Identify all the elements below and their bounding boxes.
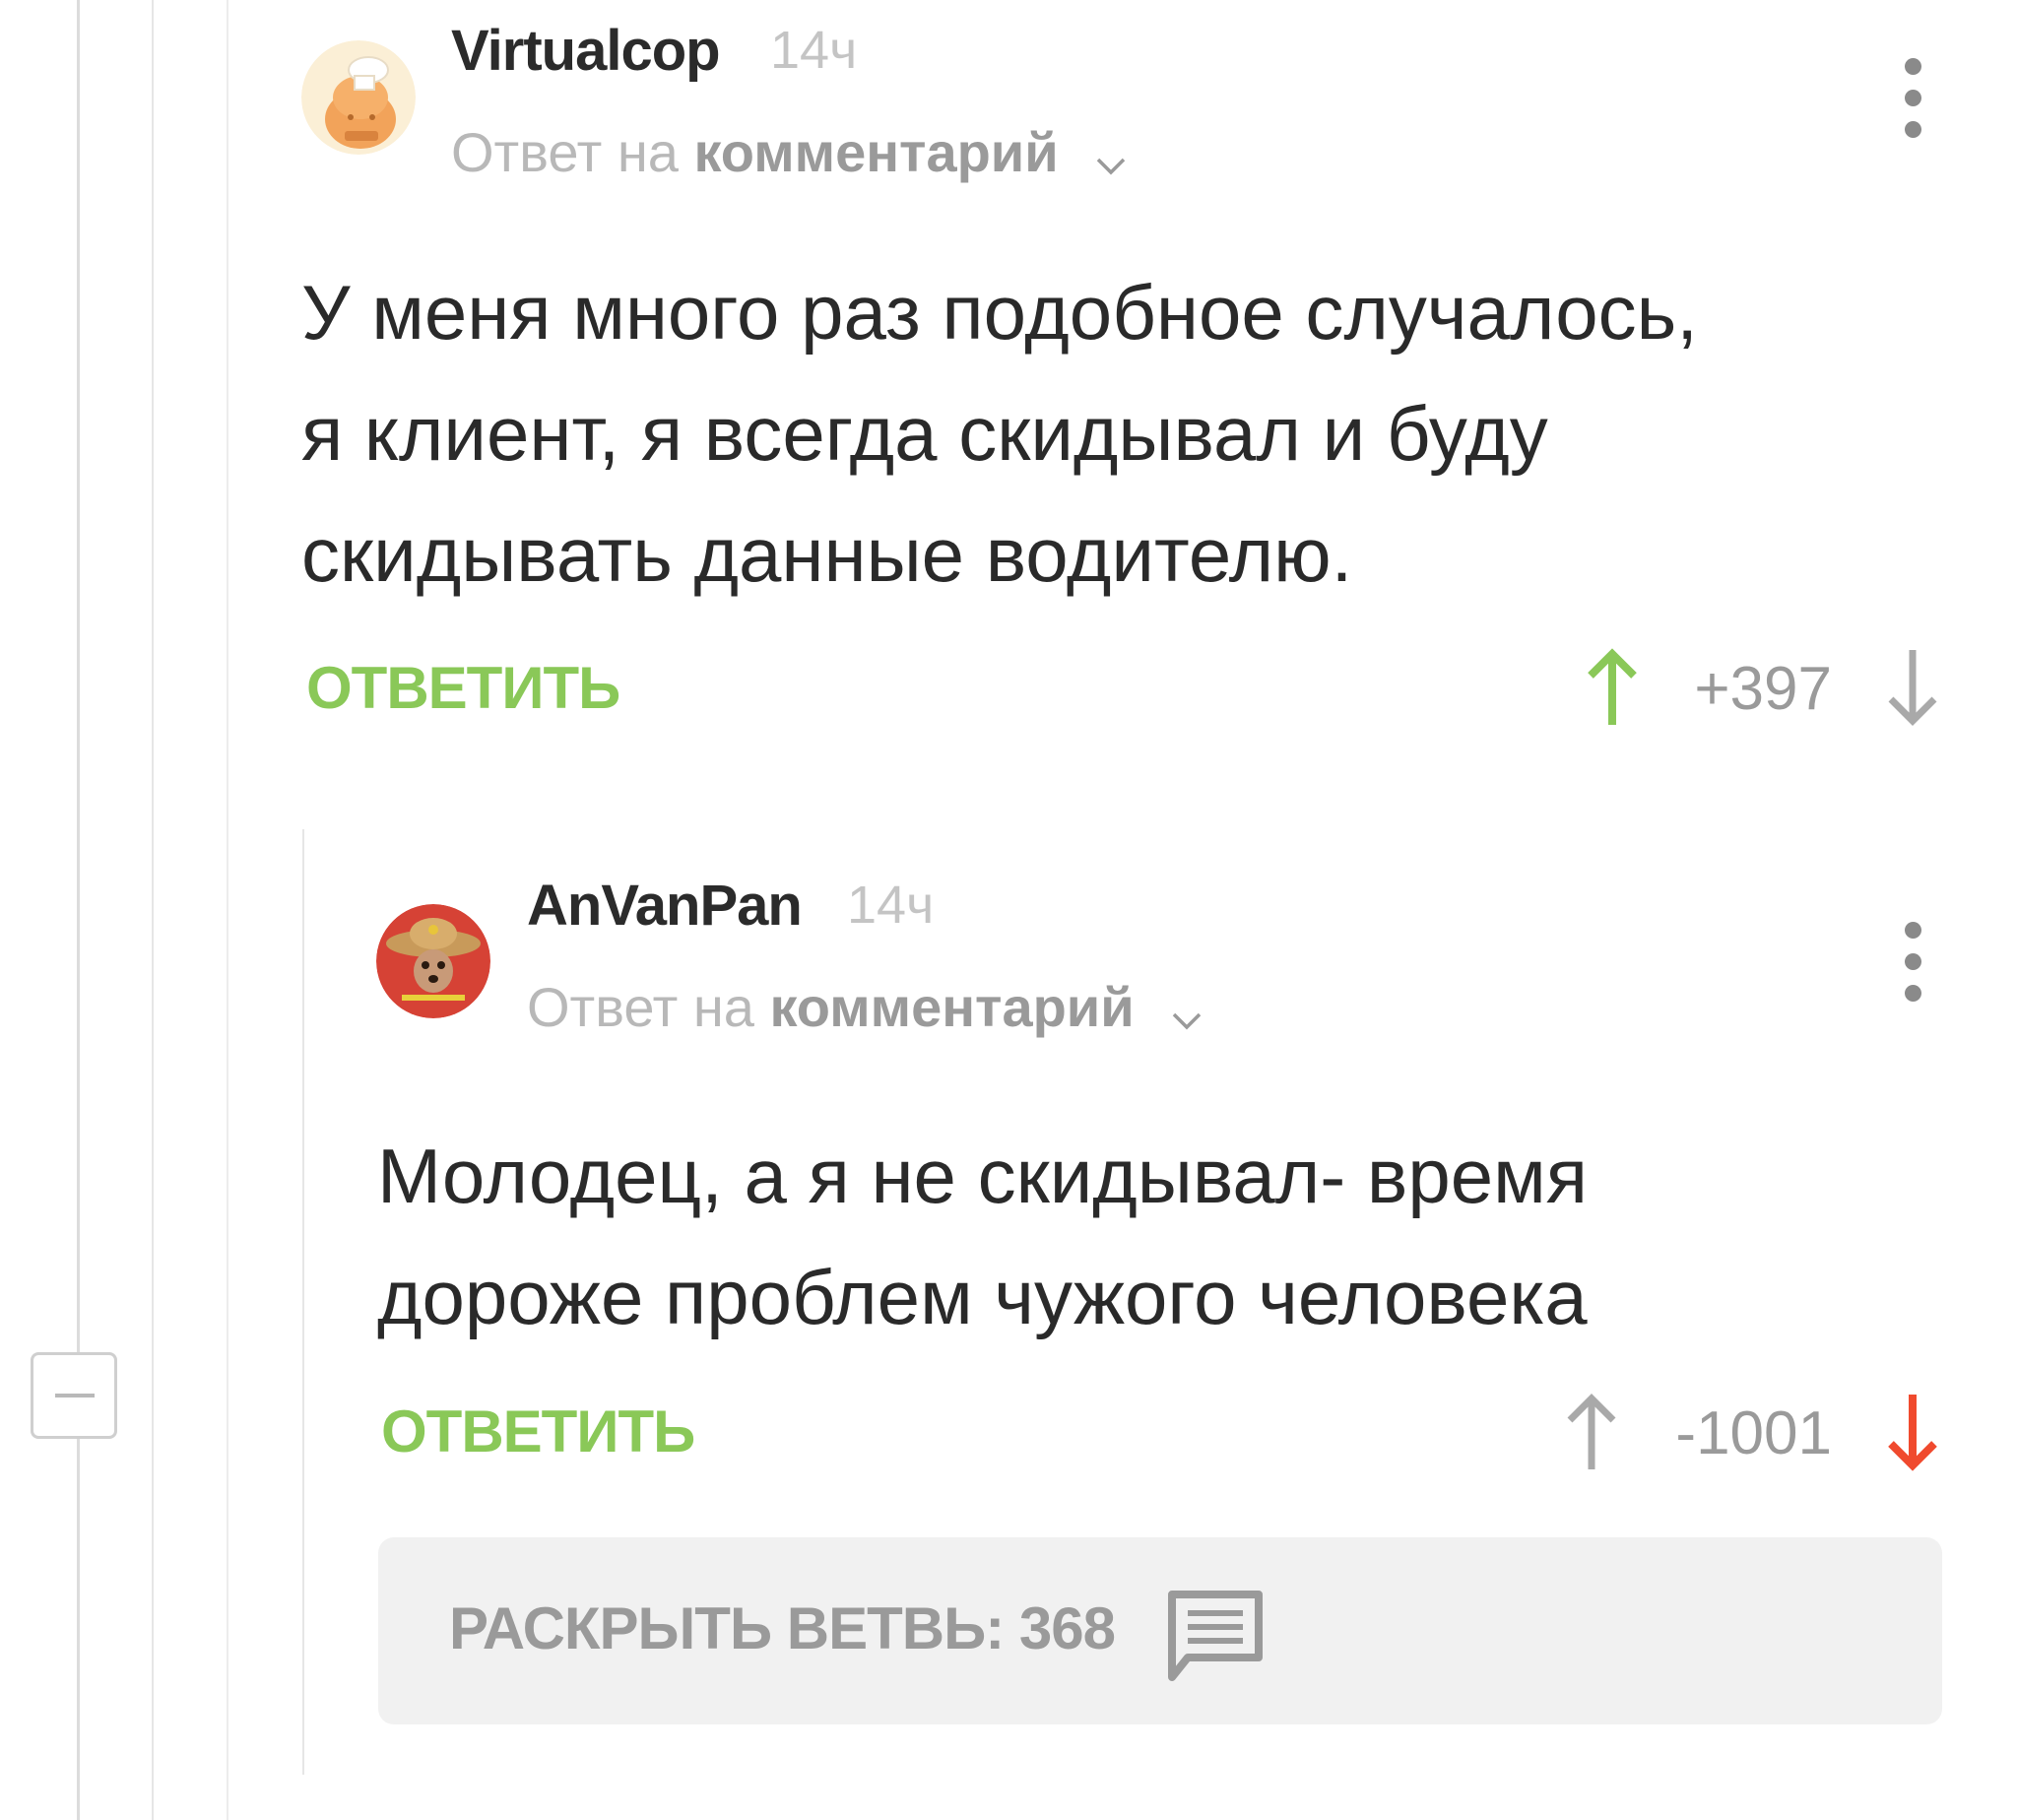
reply-button[interactable]: ОТВЕТИТЬ [306,654,620,722]
more-options-button[interactable] [1894,918,1933,1007]
reply-button[interactable]: ОТВЕТИТЬ [381,1398,695,1465]
comment-body: У меня много раз подобное случалось, я к… [301,252,1698,616]
chevron-down-icon [1095,125,1127,189]
comments-icon [1166,1589,1265,1688]
arrow-down-icon [1888,650,1937,726]
chevron-down-icon [1171,980,1203,1044]
comment-text-line: Молодец, а я не скидывал- время [377,1133,1588,1219]
comment-time: 14ч [847,876,935,935]
comment-text-line: дороже проблем чужого человека [377,1254,1588,1340]
comment-body: Молодец, а я не скидывал- время дороже п… [377,1116,1588,1358]
comment-rating: -1001 [1675,1399,1832,1467]
expand-branch-button[interactable]: РАСКРЫТЬ ВЕТВЬ: 368 [378,1537,1942,1724]
comment-text-line: я клиент, я всегда скидывал и буду [301,390,1548,477]
arrow-up-icon [1588,648,1637,725]
avatar[interactable] [376,904,490,1018]
reply-to-target: комментарий [693,121,1059,183]
avatar[interactable] [301,40,416,155]
comment-author[interactable]: AnVanPan [527,873,803,939]
more-vertical-icon [1905,922,1921,939]
more-vertical-icon-dot [1905,985,1921,1002]
more-vertical-icon [1905,58,1921,75]
more-vertical-icon-dot [1905,90,1921,106]
comment-author[interactable]: Virtualcop [451,18,721,84]
reply-to-link[interactable]: Ответ на комментарий [451,120,1127,189]
reply-to-link[interactable]: Ответ на комментарий [527,975,1203,1044]
more-vertical-icon-dot [1905,121,1921,138]
comment: Virtualcop 14ч Ответ на комментарий У ме… [0,0,2017,788]
arrow-up-icon [1567,1394,1616,1469]
comment-text-line: скидывать данные водителю. [301,511,1353,598]
reply-to-target: комментарий [769,976,1135,1038]
arrow-down-icon [1888,1395,1937,1471]
downvote-button[interactable] [1883,1391,1942,1473]
more-vertical-icon-dot [1905,953,1921,970]
comment-rating: +397 [1694,655,1832,723]
comment-time: 14ч [770,21,858,80]
expand-branch-label: РАСКРЫТЬ ВЕТВЬ: 368 [449,1595,1116,1661]
reply-to-prefix: Ответ на [451,121,679,183]
comment-text-line: У меня много раз подобное случалось, [301,269,1698,356]
upvote-button[interactable] [1583,646,1642,729]
upvote-button[interactable] [1562,1391,1621,1473]
downvote-button[interactable] [1883,646,1942,729]
more-options-button[interactable] [1894,54,1933,143]
reply-to-prefix: Ответ на [527,976,754,1038]
